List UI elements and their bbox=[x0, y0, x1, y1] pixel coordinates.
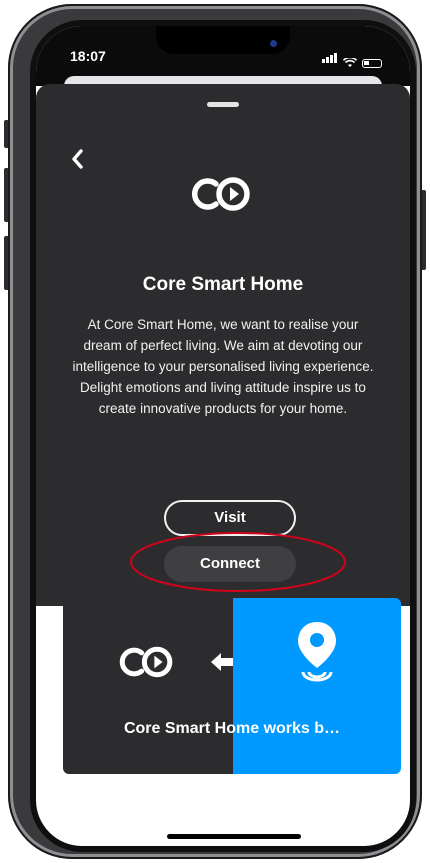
battery-icon bbox=[362, 59, 382, 68]
service-sheet: Core Smart Home At Core Smart Home, we w… bbox=[36, 84, 410, 606]
system-icons bbox=[322, 50, 382, 68]
sheet-grabber[interactable] bbox=[207, 102, 239, 107]
service-title: Core Smart Home bbox=[142, 274, 304, 295]
applet-card[interactable]: Core Smart Home works b… bbox=[63, 598, 401, 774]
applet-card-title: Core Smart Home works b… bbox=[123, 720, 341, 737]
card-left-panel bbox=[63, 598, 247, 774]
notch bbox=[156, 26, 290, 54]
status-time: 18:07 bbox=[70, 48, 106, 64]
back-chevron-icon[interactable] bbox=[64, 144, 94, 174]
core-logo-icon bbox=[119, 646, 173, 678]
highlight-ellipse bbox=[130, 532, 346, 592]
phone-frame: 18:07 Core Smart Home At Core Smart Home… bbox=[8, 4, 422, 859]
wifi-icon bbox=[343, 58, 357, 67]
phone-screen: 18:07 Core Smart Home At Core Smart Home… bbox=[36, 26, 410, 846]
core-logo-icon bbox=[191, 177, 250, 211]
home-indicator[interactable] bbox=[167, 834, 301, 839]
service-description: At Core Smart Home, we want to realise y… bbox=[72, 317, 374, 416]
card-right-panel bbox=[233, 598, 401, 774]
location-pin-icon bbox=[298, 622, 336, 682]
front-camera bbox=[270, 40, 277, 47]
signal-icon bbox=[322, 50, 338, 68]
